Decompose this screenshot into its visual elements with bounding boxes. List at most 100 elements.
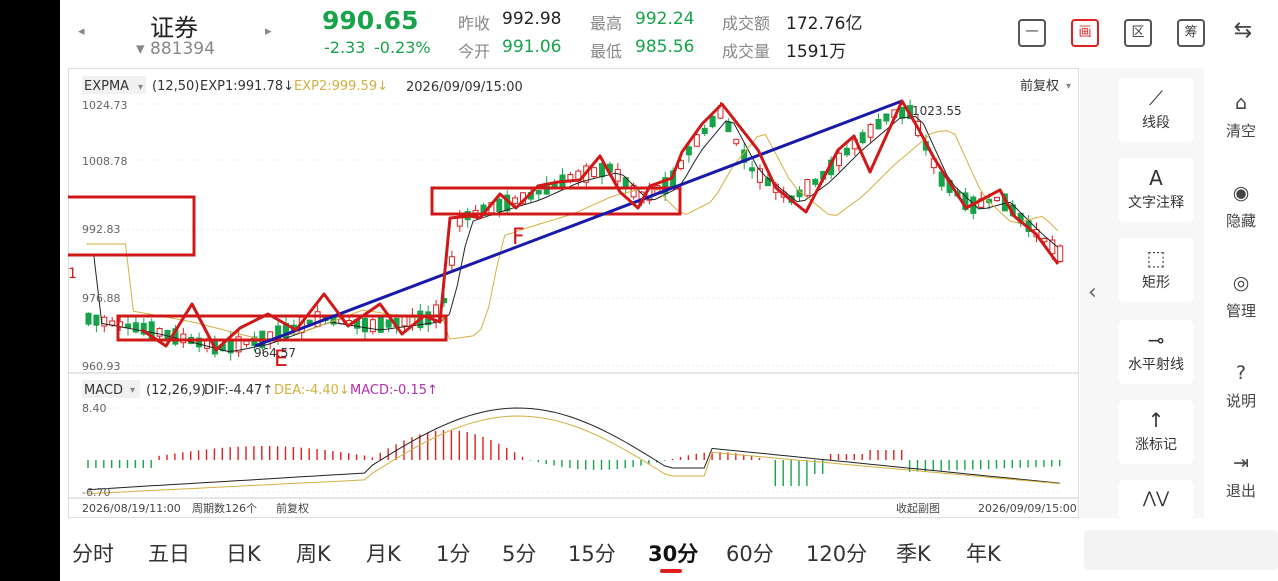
- exit-button[interactable]: ⇥ 退出: [1210, 452, 1272, 501]
- tool-text-note[interactable]: A 文字注释: [1118, 158, 1194, 222]
- candle: [125, 323, 131, 329]
- tab-five-day[interactable]: 五日: [148, 538, 190, 568]
- annotation-f[interactable]: F: [512, 225, 525, 250]
- candle: [994, 196, 1000, 201]
- tool-segment-label: 线段: [1142, 115, 1170, 131]
- more-periods-button[interactable]: [1084, 530, 1278, 570]
- candle: [243, 340, 250, 345]
- drawing-side-menu: ⌂ 清空 ◉ 隐藏 ◎ 管理 ? 说明 ⇥ 退出: [1210, 68, 1278, 518]
- manage-button[interactable]: ◎ 管理: [1210, 272, 1272, 321]
- end-time: 2026/09/09/15:00: [978, 502, 1077, 515]
- prev-close-label: 昨收: [458, 14, 491, 33]
- draw-line-button[interactable]: 一: [1018, 19, 1046, 47]
- high-mark: 1023.55: [912, 104, 962, 118]
- candle: [448, 256, 455, 266]
- footer-adjust: 前复权: [276, 501, 309, 515]
- tool-rise-marker[interactable]: ↑ 涨标记: [1118, 400, 1194, 464]
- hide-button[interactable]: ◉ 隐藏: [1210, 182, 1272, 231]
- tab-15min[interactable]: 15分: [568, 538, 616, 568]
- up-arrow-icon: ↑: [1147, 408, 1165, 432]
- volume-label: 成交量: [722, 42, 771, 61]
- main-indicator-name[interactable]: EXPMA: [84, 79, 129, 94]
- tool-rise-marker-label: 涨标记: [1135, 437, 1177, 453]
- sub-indicator-name[interactable]: MACD: [84, 383, 123, 398]
- range-button[interactable]: 区: [1124, 19, 1152, 47]
- price-change: -2.33: [324, 38, 366, 57]
- candle: [496, 198, 503, 212]
- high-value: 992.24: [635, 9, 695, 29]
- main-indicator-dropdown-icon[interactable]: ▾: [138, 82, 143, 93]
- tool-rectangle[interactable]: ⬚ 矩形: [1118, 238, 1194, 302]
- candle: [709, 115, 716, 128]
- turnover-value: 172.76亿: [786, 14, 863, 34]
- candle: [804, 179, 811, 197]
- clear-label: 清空: [1225, 122, 1256, 140]
- drawing-tool-panel: ‹ ⟋ 线段 A 文字注释 ⬚ 矩形 ⊸ 水平射线 ↑ 涨标记 ⋀⋁: [1080, 68, 1204, 518]
- tab-intraday[interactable]: 分时: [72, 538, 114, 568]
- candle: [204, 340, 210, 349]
- tool-more[interactable]: ⋀⋁: [1118, 480, 1194, 518]
- tab-quarter-k[interactable]: 季K: [896, 538, 931, 568]
- cursor-datetime: 2026/09/09/15:00: [406, 80, 523, 95]
- broom-icon: ⌂: [1234, 92, 1248, 114]
- clear-button[interactable]: ⌂ 清空: [1210, 92, 1272, 141]
- next-stock-arrow[interactable]: ▸: [265, 24, 272, 39]
- tab-year-k[interactable]: 年K: [966, 538, 1001, 568]
- candle: [843, 147, 850, 156]
- tab-month-k[interactable]: 月K: [366, 538, 401, 568]
- chips-button[interactable]: 筹: [1177, 19, 1205, 47]
- help-label: 说明: [1225, 392, 1256, 410]
- candle: [733, 138, 740, 145]
- switch-icon[interactable]: ⇆: [1229, 19, 1257, 47]
- tab-1min[interactable]: 1分: [436, 538, 470, 568]
- tab-week-k[interactable]: 周K: [296, 538, 331, 568]
- candle: [401, 316, 408, 327]
- tab-60min[interactable]: 60分: [726, 538, 774, 568]
- kline-chart[interactable]: E F 1 1024.73 1008.78 992.83 976.88 960.…: [68, 68, 1080, 518]
- prev-stock-arrow[interactable]: ◂: [78, 24, 85, 39]
- exp2-value: EXP2:999.59↓: [294, 79, 388, 94]
- y-label-1: 1024.73: [82, 99, 128, 112]
- kline-svg: E F 1 1024.73 1008.78 992.83 976.88 960.…: [68, 68, 1079, 518]
- candle: [591, 167, 598, 177]
- stock-code[interactable]: 881394: [150, 39, 215, 59]
- low-value: 985.56: [635, 37, 695, 57]
- collapse-subchart-button[interactable]: 收起副图: [896, 501, 940, 515]
- tool-horizontal-ray-label: 水平射线: [1128, 357, 1184, 373]
- open-label: 今开: [458, 42, 491, 61]
- rectangle-icon: ⬚: [1146, 246, 1166, 270]
- tool-segment[interactable]: ⟋ 线段: [1118, 78, 1194, 142]
- candle: [85, 312, 92, 325]
- tab-120min[interactable]: 120分: [806, 538, 867, 568]
- y-label-2: 1008.78: [82, 155, 128, 168]
- tab-5min[interactable]: 5分: [502, 538, 536, 568]
- segment-icon: ⟋: [1149, 86, 1163, 110]
- candle: [875, 119, 882, 130]
- sub-indicator-dropdown-icon[interactable]: ▾: [130, 385, 135, 396]
- code-dropdown-icon[interactable]: ▾: [136, 39, 145, 59]
- dea-value: DEA:-4.40↓: [274, 383, 350, 398]
- help-button[interactable]: ? 说明: [1210, 362, 1272, 411]
- tool-text-note-label: 文字注释: [1128, 195, 1184, 211]
- candle: [725, 121, 732, 133]
- text-icon: A: [1149, 166, 1163, 190]
- annotation-edge: 1: [68, 266, 77, 282]
- candle: [1057, 245, 1064, 262]
- candle: [109, 320, 116, 326]
- panel-collapse-icon[interactable]: ‹: [1088, 280, 1097, 305]
- exp1-value: EXP1:991.78↓: [200, 79, 294, 94]
- tab-day-k[interactable]: 日K: [226, 538, 261, 568]
- app-window: ◂ 证券 ▾ 881394 ▸ 990.65 -2.33 -0.23% 昨收 9…: [60, 0, 1278, 581]
- tab-30min[interactable]: 30分: [648, 538, 698, 568]
- turnover-label: 成交额: [722, 14, 771, 33]
- candle: [749, 167, 756, 172]
- sub-indicator-params: (12,26,9): [146, 383, 206, 398]
- macd-bottom-label: -6.70: [82, 486, 110, 499]
- adjust-select[interactable]: 前复权: [1020, 78, 1059, 94]
- dif-value: DIF:-4.47↑: [204, 383, 273, 398]
- candle: [859, 132, 866, 144]
- hide-label: 隐藏: [1225, 212, 1256, 230]
- tool-horizontal-ray[interactable]: ⊸ 水平射线: [1118, 320, 1194, 384]
- draw-mode-button[interactable]: 画: [1071, 19, 1099, 47]
- adjust-dropdown-icon[interactable]: ▾: [1066, 81, 1071, 92]
